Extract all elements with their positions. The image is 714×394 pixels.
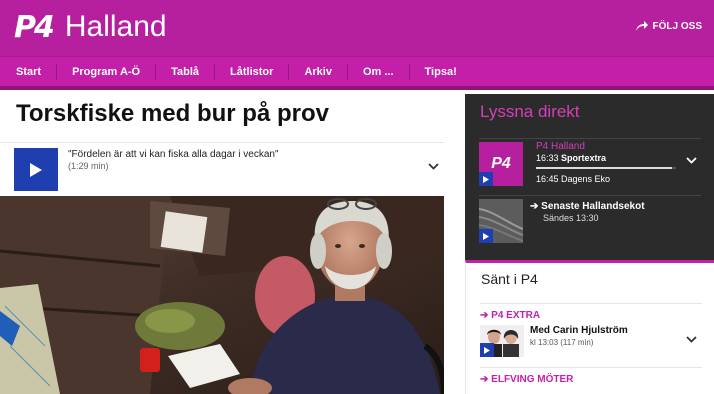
play-icon bbox=[30, 162, 42, 177]
episode-broadcast-time: kl 13:03 bbox=[530, 338, 559, 347]
sent-in-p4-panel: Sänt i P4 ➔ P4 EXTRA Med Carin Hjulström… bbox=[465, 260, 714, 394]
arrow-right-icon: ➔ bbox=[480, 374, 489, 385]
site-header: P4 Halland FÖLJ OSS bbox=[0, 0, 714, 56]
chevron-down-icon[interactable] bbox=[428, 163, 439, 170]
audio-duration: (1:29 min) bbox=[68, 161, 109, 171]
progress-fill bbox=[536, 167, 672, 169]
p4-logo-small: P4 bbox=[491, 155, 511, 172]
live-heading: Lyssna direkt bbox=[480, 102, 580, 121]
arrow-right-icon: ➔ bbox=[530, 201, 539, 212]
program-link[interactable]: ➔ P4 EXTRA bbox=[480, 310, 540, 321]
nav-item-tipsa[interactable]: Tipsa! bbox=[410, 64, 472, 80]
next-program: 16:45 Dagens Eko bbox=[536, 174, 611, 184]
main-nav: Start Program A-Ö Tablå Låtlistor Arkiv … bbox=[0, 56, 714, 90]
chevron-down-icon[interactable] bbox=[686, 157, 697, 164]
arrow-right-icon: ➔ bbox=[480, 310, 489, 321]
episode-duration: (117 min) bbox=[560, 338, 594, 347]
article-main: Torskfiske med bur på prov "Fördelen är … bbox=[0, 94, 464, 394]
latest-podcast-row: ➔ Senaste Hallandsekot Sändes 13:30 bbox=[479, 195, 701, 249]
audio-title: "Fördelen är att vi kan fiska alla dagar… bbox=[68, 149, 279, 160]
play-icon bbox=[484, 346, 490, 354]
podcast-aired: Sändes 13:30 bbox=[543, 213, 599, 223]
play-button[interactable] bbox=[480, 343, 494, 357]
podcast-link[interactable]: ➔ Senaste Hallandsekot bbox=[530, 201, 645, 212]
nav-item-tabla[interactable]: Tablå bbox=[156, 64, 216, 80]
now-playing: 16:33 Sportextra bbox=[536, 153, 606, 163]
share-icon bbox=[635, 21, 648, 31]
sent-heading: Sänt i P4 bbox=[481, 271, 538, 287]
audio-clip: "Fördelen är att vi kan fiska alla dagar… bbox=[0, 142, 444, 194]
chevron-down-icon[interactable] bbox=[686, 336, 697, 343]
episode-time: kl 13:03 (117 min) bbox=[530, 338, 593, 347]
program-link[interactable]: ➔ ELFVING MÖTER bbox=[480, 374, 573, 385]
nav-item-latlistor[interactable]: Låtlistor bbox=[215, 64, 290, 80]
nav-item-start[interactable]: Start bbox=[0, 64, 58, 80]
live-channel-row: P4 P4 Halland 16:33 Sportextra 16:45 Dag… bbox=[479, 138, 701, 186]
play-button[interactable] bbox=[14, 148, 58, 191]
sidebar: Lyssna direkt P4 P4 Halland 16:33 Sporte… bbox=[465, 94, 714, 394]
article-photo bbox=[0, 196, 444, 394]
program-progress-bar bbox=[536, 167, 676, 169]
follow-us-button[interactable]: FÖLJ OSS bbox=[635, 20, 702, 32]
now-time: 16:33 bbox=[536, 153, 559, 163]
program-label: P4 EXTRA bbox=[491, 310, 541, 321]
nav-item-arkiv[interactable]: Arkiv bbox=[289, 64, 348, 80]
site-logo[interactable]: P4 Halland bbox=[14, 9, 167, 45]
play-button[interactable] bbox=[479, 172, 493, 186]
play-button[interactable] bbox=[479, 229, 493, 243]
play-icon bbox=[483, 175, 489, 183]
podcast-thumbnail[interactable] bbox=[479, 199, 523, 243]
station-name: Halland bbox=[64, 10, 167, 43]
podcast-title: Senaste Hallandsekot bbox=[541, 201, 645, 212]
follow-us-label: FÖLJ OSS bbox=[652, 20, 702, 32]
channel-name[interactable]: P4 Halland bbox=[536, 141, 585, 152]
episode-title[interactable]: Med Carin Hjulström bbox=[530, 325, 628, 336]
program-section: ➔ ELFVING MÖTER bbox=[480, 367, 702, 385]
program-section: ➔ P4 EXTRA Med Carin Hjulström kl 13:03 … bbox=[480, 303, 702, 357]
nav-item-om[interactable]: Om ... bbox=[348, 64, 410, 80]
now-program: Sportextra bbox=[561, 153, 607, 163]
play-icon bbox=[483, 232, 489, 240]
p4-logo-mark: P4 bbox=[14, 9, 55, 45]
live-panel: Lyssna direkt P4 P4 Halland 16:33 Sporte… bbox=[465, 94, 714, 260]
article-title: Torskfiske med bur på prov bbox=[16, 100, 329, 127]
channel-thumbnail[interactable]: P4 bbox=[479, 142, 523, 186]
program-label: ELFVING MÖTER bbox=[491, 374, 574, 385]
episode-thumbnail[interactable] bbox=[480, 325, 524, 357]
nav-item-program[interactable]: Program A-Ö bbox=[57, 64, 157, 80]
